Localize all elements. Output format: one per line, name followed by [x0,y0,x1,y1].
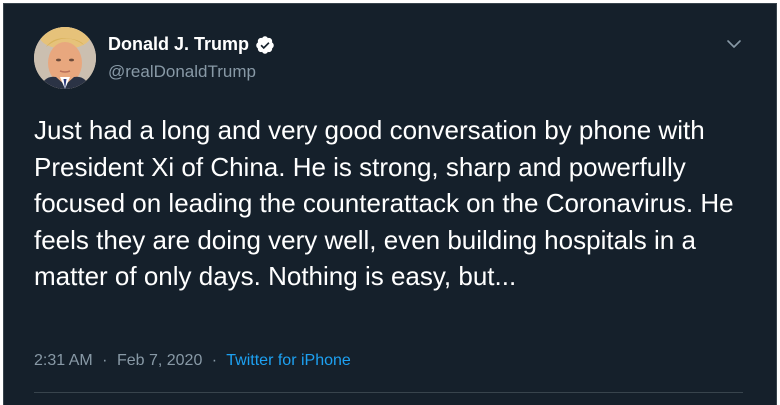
tweet-meta: 2:31 AM · Feb 7, 2020 · Twitter for iPho… [34,352,351,370]
meta-separator: · [102,352,108,369]
chevron-down-icon [727,40,741,48]
author-handle[interactable]: @realDonaldTrump [108,62,256,82]
author-display-name[interactable]: Donald J. Trump [108,34,249,55]
avatar-image [34,27,96,89]
tweet-card: Donald J. Trump @realDonaldTrump Just ha… [3,3,777,405]
tweet-time[interactable]: 2:31 AM [34,352,93,369]
author-name-row[interactable]: Donald J. Trump [108,34,275,55]
tweet-text: Just had a long and very good conversati… [34,115,734,291]
screenshot-frame: Donald J. Trump @realDonaldTrump Just ha… [0,0,780,405]
more-options-button[interactable] [722,32,746,56]
divider [34,392,743,393]
tweet-source-link[interactable]: Twitter for iPhone [226,352,351,369]
avatar[interactable] [34,27,96,89]
meta-separator-2: · [211,352,218,369]
tweet-date[interactable]: Feb 7, 2020 [117,352,202,369]
verified-badge-icon [255,35,275,55]
